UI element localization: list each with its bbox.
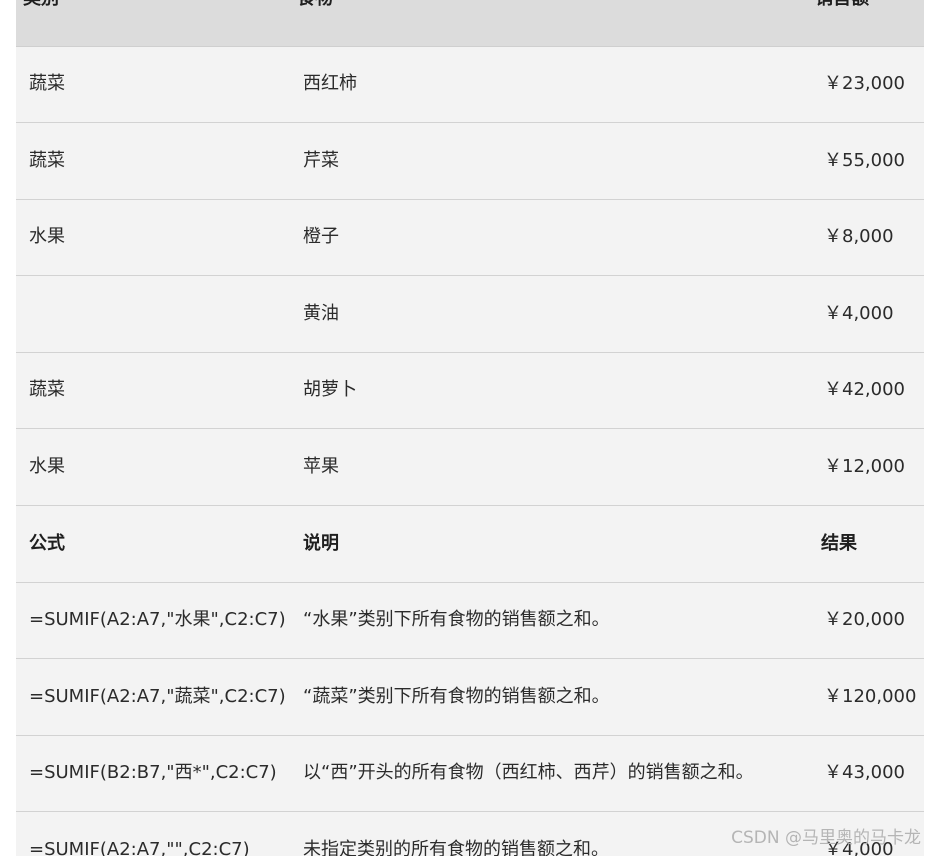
table-row: 蔬菜 西红柿 ￥23,000 — [16, 47, 924, 123]
formula-row: =SUMIF(A2:A7,"水果",C2:C7) “水果”类别下所有食物的销售额… — [16, 583, 924, 659]
header-formula: 公式 — [29, 533, 65, 554]
cell-food: 橙子 — [303, 226, 339, 247]
cell-food: 黄油 — [303, 303, 339, 324]
table-row: 蔬菜 胡萝卜 ￥42,000 — [16, 353, 924, 429]
cell-category: 蔬菜 — [29, 73, 65, 94]
cell-sales: ￥12,000 — [824, 456, 905, 477]
cell-formula: =SUMIF(A2:A7,"",C2:C7) — [29, 839, 250, 856]
formula-header-row: 公式 说明 结果 — [16, 506, 924, 583]
cell-sales: ￥8,000 — [824, 226, 894, 247]
header-sales: 销售额 — [815, 0, 869, 10]
header-food: 食物 — [297, 0, 333, 10]
formula-row: =SUMIF(A2:A7,"蔬菜",C2:C7) “蔬菜”类别下所有食物的销售额… — [16, 659, 924, 736]
formula-row: =SUMIF(B2:B7,"西*",C2:C7) 以“西”开头的所有食物（西红柿… — [16, 736, 924, 812]
cell-sales: ￥55,000 — [824, 150, 905, 171]
cell-formula: =SUMIF(B2:B7,"西*",C2:C7) — [29, 762, 277, 783]
cell-food: 芹菜 — [303, 150, 339, 171]
header-description: 说明 — [303, 533, 339, 554]
cell-result: ￥20,000 — [824, 609, 905, 630]
cell-category: 蔬菜 — [29, 379, 65, 400]
header-result: 结果 — [821, 533, 857, 554]
sumif-example-table: 类别 食物 销售额 蔬菜 西红柿 ￥23,000 蔬菜 芹菜 ￥55,000 水… — [16, 0, 924, 856]
csdn-watermark: CSDN @马里奥的马卡龙 — [731, 828, 921, 848]
cell-result: ￥120,000 — [824, 686, 917, 707]
table-row: 黄油 ￥4,000 — [16, 276, 924, 353]
cell-food: 胡萝卜 — [303, 379, 357, 400]
table-row: 蔬菜 芹菜 ￥55,000 — [16, 123, 924, 200]
cell-formula: =SUMIF(A2:A7,"水果",C2:C7) — [29, 609, 286, 630]
cell-sales: ￥4,000 — [824, 303, 894, 324]
cell-formula: =SUMIF(A2:A7,"蔬菜",C2:C7) — [29, 686, 286, 707]
table-row: 水果 苹果 ￥12,000 — [16, 429, 924, 506]
cell-description: “水果”类别下所有食物的销售额之和。 — [303, 609, 610, 630]
cell-category: 水果 — [29, 226, 65, 247]
cell-sales: ￥23,000 — [824, 73, 905, 94]
cell-description: 未指定类别的所有食物的销售额之和。 — [303, 839, 609, 856]
cell-result: ￥43,000 — [824, 762, 905, 783]
table-header-row: 类别 食物 销售额 — [16, 0, 924, 47]
cell-food: 苹果 — [303, 456, 339, 477]
cell-sales: ￥42,000 — [824, 379, 905, 400]
cell-food: 西红柿 — [303, 73, 357, 94]
cell-description: “蔬菜”类别下所有食物的销售额之和。 — [303, 686, 610, 707]
table-row: 水果 橙子 ￥8,000 — [16, 200, 924, 276]
cell-category: 蔬菜 — [29, 150, 65, 171]
cell-category: 水果 — [29, 456, 65, 477]
header-category: 类别 — [23, 0, 59, 10]
cell-description: 以“西”开头的所有食物（西红柿、西芹）的销售额之和。 — [303, 762, 754, 783]
